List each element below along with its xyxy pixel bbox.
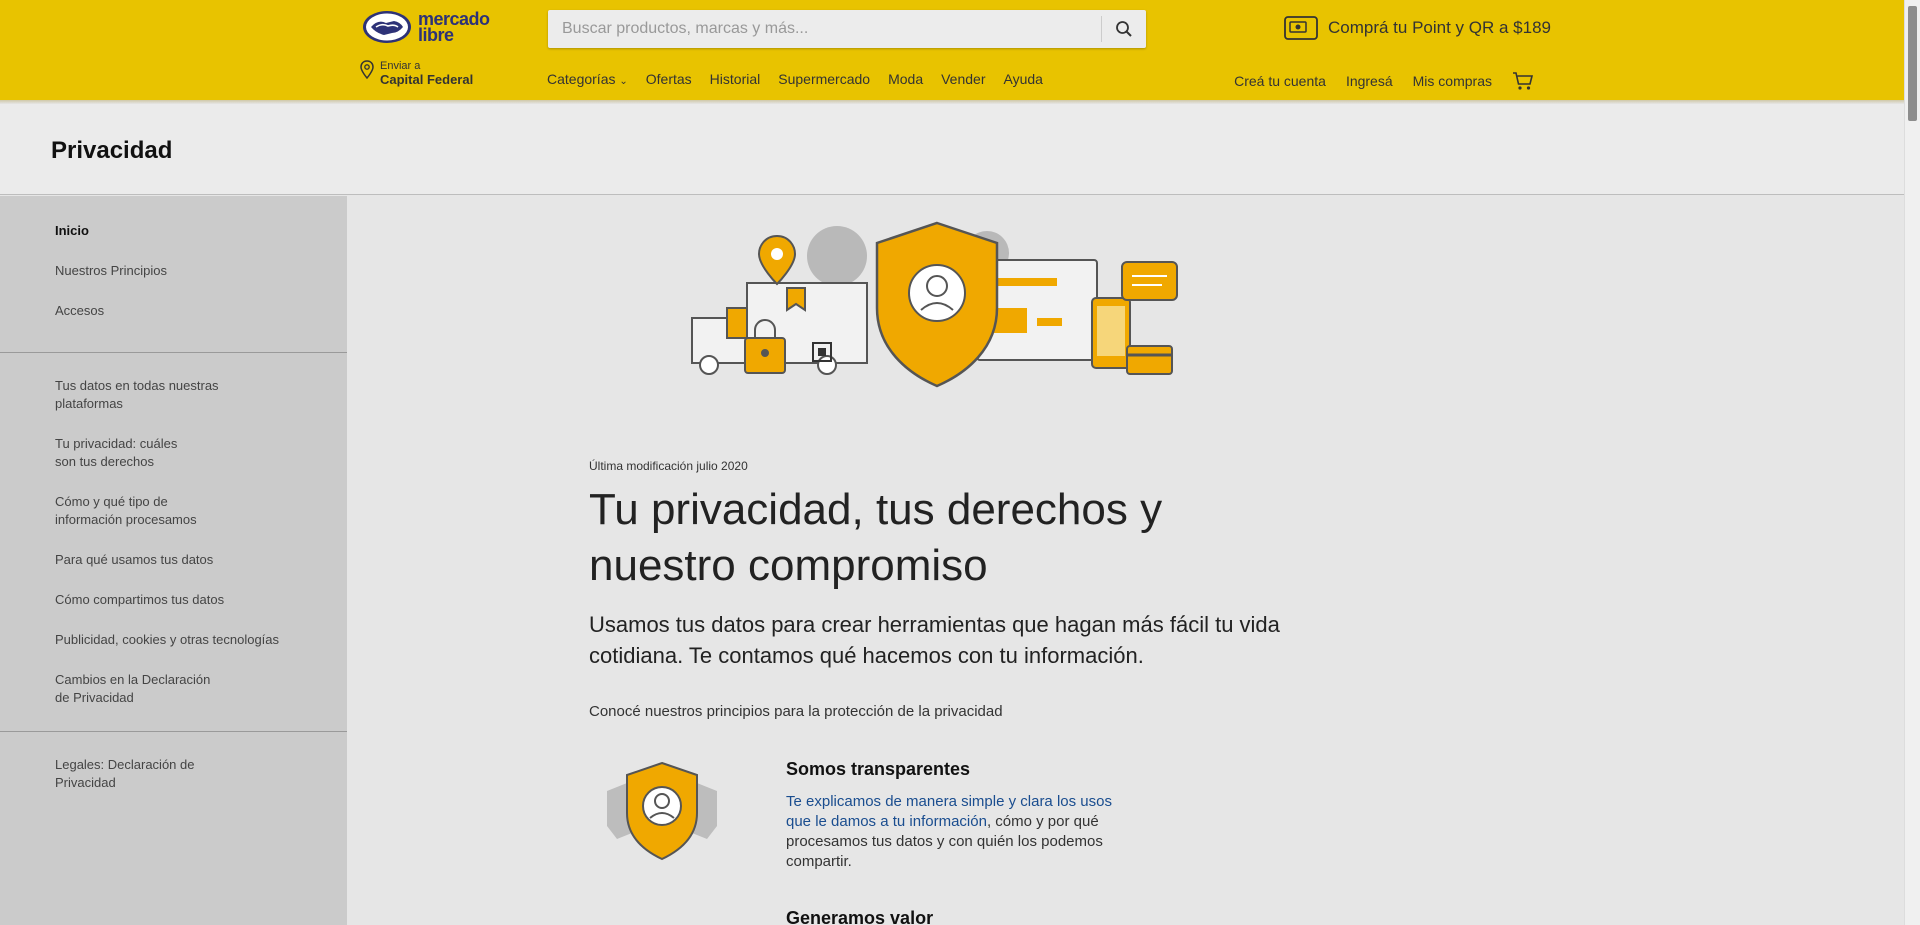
login-link[interactable]: Ingresá xyxy=(1346,73,1393,89)
nav-ayuda[interactable]: Ayuda xyxy=(1003,71,1042,87)
shield-user-icon xyxy=(607,761,717,861)
principles-intro: Conocé nuestros principios para la prote… xyxy=(589,703,1003,720)
mercadolibre-logo[interactable]: mercado libre xyxy=(362,9,504,45)
sidebar-item-plataformas[interactable]: Tus datos en todas nuestras plataformas xyxy=(0,377,230,413)
page-scrollbar[interactable] xyxy=(1904,0,1920,925)
nav-moda[interactable]: Moda xyxy=(888,71,923,87)
sidebar-item-compartimos[interactable]: Cómo compartimos tus datos xyxy=(0,591,300,609)
search-button[interactable] xyxy=(1102,10,1146,48)
principle-title-transparentes: Somos transparentes xyxy=(786,759,971,779)
sidebar-item-usos[interactable]: Para qué usamos tus datos xyxy=(0,551,300,569)
principle-title-valor: Generamos valor xyxy=(786,908,934,925)
search-icon xyxy=(1116,21,1132,37)
user-nav: Creá tu cuenta Ingresá Mis compras xyxy=(1234,71,1534,91)
sidebar-group-main: Inicio Nuestros Principios Accesos xyxy=(0,196,347,353)
sidebar-group-legal: Legales: Declaración de Privacidad xyxy=(0,732,347,824)
location-pin-icon xyxy=(360,60,374,80)
search-bar xyxy=(548,10,1146,48)
nav-supermercado[interactable]: Supermercado xyxy=(778,71,870,87)
create-account-link[interactable]: Creá tu cuenta xyxy=(1234,73,1326,89)
nav-categorias[interactable]: Categorías ⌄ xyxy=(547,71,628,87)
shipping-location[interactable]: Enviar a Capital Federal xyxy=(360,60,473,87)
sidebar-item-principios[interactable]: Nuestros Principios xyxy=(0,262,300,280)
page-title: Privacidad xyxy=(51,137,173,164)
search-input[interactable] xyxy=(548,10,1101,48)
privacy-hero-illustration xyxy=(691,221,1178,388)
chevron-down-icon: ⌄ xyxy=(619,76,628,87)
top-header: mercado libre Comprá tu Point y QR a $18… xyxy=(0,0,1904,100)
sidebar: Inicio Nuestros Principios Accesos Tus d… xyxy=(0,196,347,925)
sidebar-item-legales[interactable]: Legales: Declaración de Privacidad xyxy=(0,756,220,792)
last-updated: Última modificación julio 2020 xyxy=(589,459,748,473)
cart-icon[interactable] xyxy=(1512,71,1534,91)
nav-vender[interactable]: Vender xyxy=(941,71,985,87)
promo-banner[interactable]: Comprá tu Point y QR a $189 xyxy=(1284,14,1551,42)
my-purchases-link[interactable]: Mis compras xyxy=(1413,73,1492,89)
main-content: Última modificación julio 2020 Tu privac… xyxy=(347,196,1904,925)
privacy-title-bar: Privacidad xyxy=(0,104,1904,195)
sidebar-item-accesos[interactable]: Accesos xyxy=(0,302,300,320)
sidebar-group-sections: Tus datos en todas nuestras plataformas … xyxy=(0,353,347,732)
nav-historial[interactable]: Historial xyxy=(710,71,761,87)
nav-categorias-label: Categorías xyxy=(547,71,616,87)
handshake-logo-icon xyxy=(363,11,411,43)
main-nav: Categorías ⌄ Ofertas Historial Supermerc… xyxy=(547,71,1043,87)
logo-text: mercado libre xyxy=(418,9,490,45)
sidebar-item-informacion[interactable]: Cómo y qué tipo de información procesamo… xyxy=(0,493,220,529)
sidebar-item-cambios[interactable]: Cambios en la Declaración de Privacidad xyxy=(0,671,220,707)
scrollbar-thumb[interactable] xyxy=(1908,6,1917,121)
nav-ofertas[interactable]: Ofertas xyxy=(646,71,692,87)
page-heading: Tu privacidad, tus derechos y nuestro co… xyxy=(589,485,1163,590)
sidebar-item-publicidad[interactable]: Publicidad, cookies y otras tecnologías xyxy=(0,631,300,649)
principle-body-transparentes: Te explicamos de manera simple y clara l… xyxy=(786,792,1116,872)
shipping-city: Capital Federal xyxy=(380,72,474,87)
sidebar-item-inicio[interactable]: Inicio xyxy=(0,222,300,240)
sidebar-item-derechos[interactable]: Tu privacidad: cuáles son tus derechos xyxy=(0,435,200,471)
point-device-icon xyxy=(1284,16,1318,40)
promo-text: Comprá tu Point y QR a $189 xyxy=(1328,18,1552,37)
shipping-label: Enviar a xyxy=(380,60,421,72)
lead-paragraph: Usamos tus datos para crear herramientas… xyxy=(589,612,1280,668)
